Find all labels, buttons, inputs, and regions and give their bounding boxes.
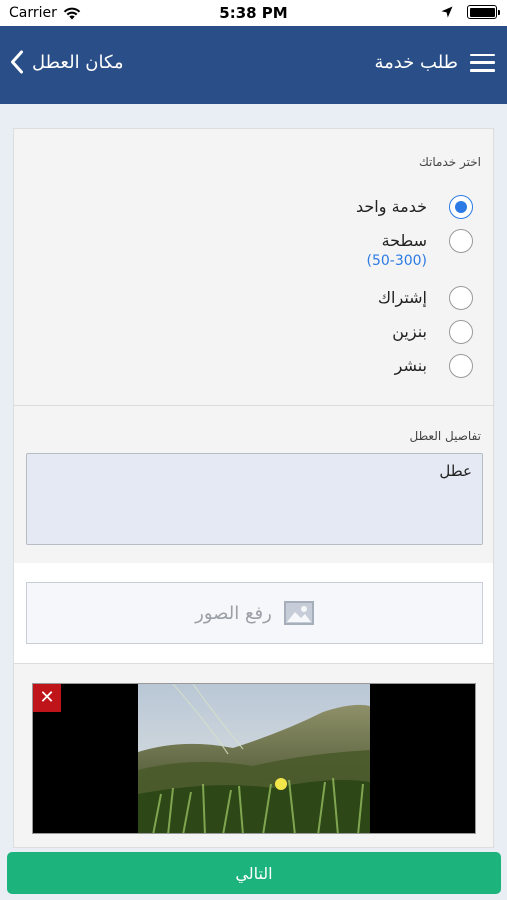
fault-details-input[interactable]: عطل	[26, 453, 483, 545]
service-option-3[interactable]: إشتراك	[377, 286, 473, 310]
service-form-card: اختر خدماتك خدمة واحد سطحة (50-300) إشتر…	[13, 128, 494, 848]
battery-icon	[467, 5, 500, 19]
photo-image	[33, 684, 475, 833]
upload-photos-button[interactable]: رفع الصور	[26, 582, 483, 644]
service-option-1[interactable]: خدمة واحد	[356, 195, 473, 219]
divider	[14, 663, 493, 664]
service-option-label: إشتراك	[377, 288, 427, 307]
status-right	[441, 5, 500, 19]
radio-unselected[interactable]	[449, 286, 473, 310]
service-option-5[interactable]: بنشر	[394, 354, 473, 378]
page-title: طلب خدمة	[374, 52, 458, 73]
divider	[14, 405, 493, 406]
radio-selected[interactable]	[449, 195, 473, 219]
service-option-label: بنزين	[392, 322, 427, 341]
clock: 5:38 PM	[219, 4, 288, 22]
service-option-price-range: (50-300)	[366, 253, 427, 269]
radio-unselected[interactable]	[449, 320, 473, 344]
service-option-label: سطحة	[381, 231, 427, 250]
service-option-label: بنشر	[394, 356, 427, 375]
upload-label: رفع الصور	[195, 602, 272, 624]
close-icon[interactable]: ✕	[33, 684, 61, 712]
radio-unselected[interactable]	[449, 354, 473, 378]
hamburger-menu-icon[interactable]	[470, 53, 495, 72]
chevron-left-icon	[11, 50, 23, 74]
nav-title-group: طلب خدمة	[374, 52, 495, 73]
next-button[interactable]: التالي	[7, 852, 501, 894]
back-label: مكان العطل	[32, 51, 124, 73]
service-option-label: خدمة واحد	[356, 197, 427, 216]
upload-section: رفع الصور	[14, 563, 493, 663]
location-arrow-icon	[441, 6, 453, 18]
navbar: مكان العطل طلب خدمة	[0, 26, 507, 104]
radio-unselected[interactable]	[449, 229, 473, 253]
image-icon	[283, 601, 314, 625]
uploaded-photo: ✕	[32, 683, 476, 834]
back-button[interactable]: مكان العطل	[10, 50, 124, 74]
status-bar: Carrier 5:38 PM	[0, 0, 507, 26]
services-label: اختر خدماتك	[418, 155, 481, 169]
details-label: تفاصيل العطل	[409, 429, 482, 443]
service-option-2[interactable]: سطحة (50-300)	[366, 229, 473, 271]
service-option-4[interactable]: بنزين	[392, 320, 473, 344]
